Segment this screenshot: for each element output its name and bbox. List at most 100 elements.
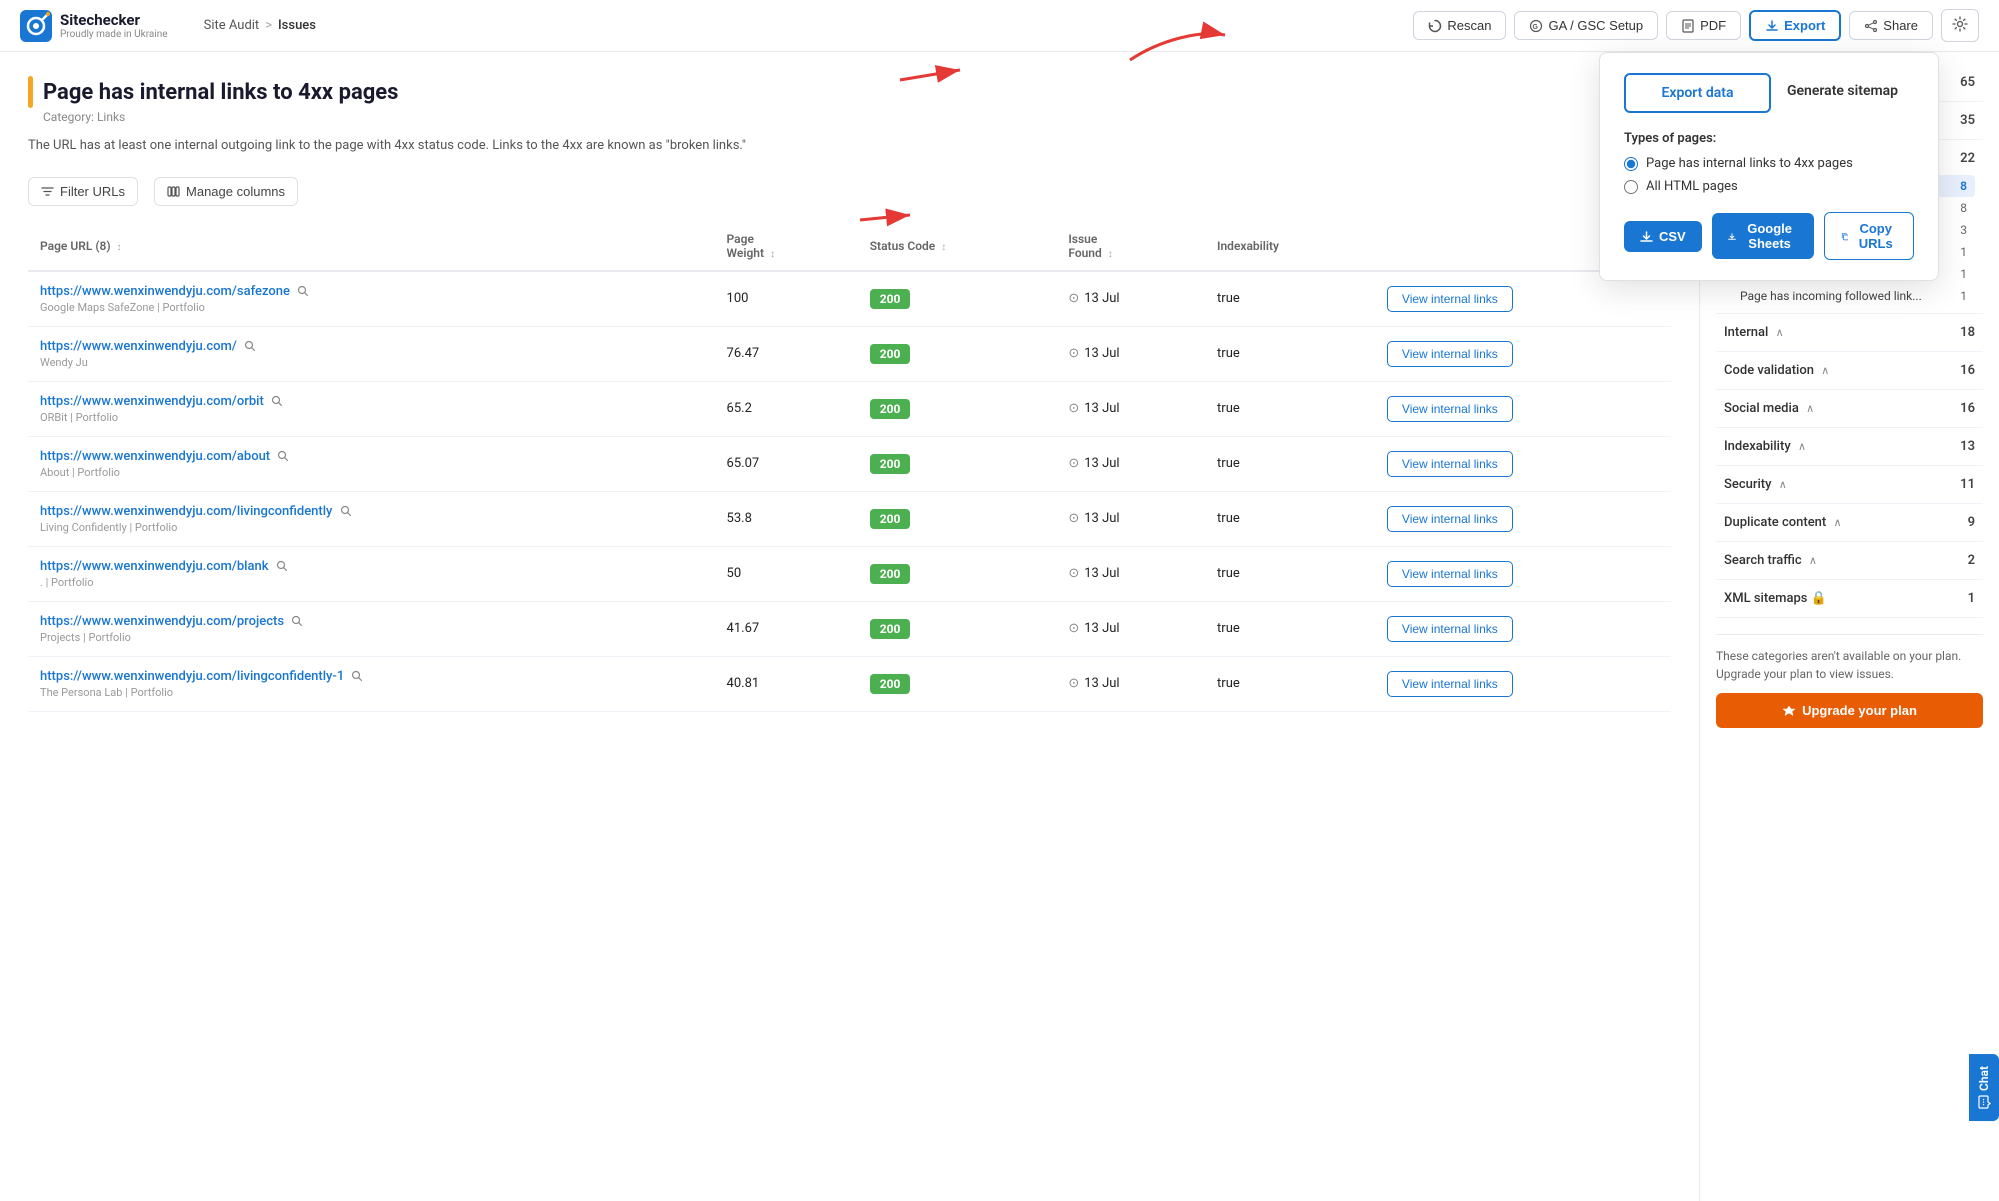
search-icon[interactable] bbox=[244, 340, 256, 352]
export-csv-button[interactable]: CSV bbox=[1624, 221, 1702, 252]
export-radio-html[interactable]: All HTML pages bbox=[1624, 179, 1914, 194]
breadcrumb-parent[interactable]: Site Audit bbox=[204, 18, 260, 33]
sidebar-divider bbox=[1716, 313, 1983, 314]
export-data-tab[interactable]: Export data bbox=[1624, 73, 1771, 113]
date-icon: ⊙ bbox=[1068, 346, 1079, 361]
sidebar-section-item[interactable]: Internal ∧ 18 bbox=[1716, 318, 1983, 347]
export-radio-4xx-input[interactable] bbox=[1624, 157, 1638, 171]
manage-columns-button[interactable]: Manage columns bbox=[154, 177, 298, 206]
date-value: 13 Jul bbox=[1084, 346, 1119, 361]
sidebar-section-item[interactable]: Social media ∧ 16 bbox=[1716, 394, 1983, 423]
cell-status: 200 bbox=[858, 546, 1057, 601]
cell-date: ⊙ 13 Jul bbox=[1056, 546, 1205, 601]
view-internal-links-button[interactable]: View internal links bbox=[1387, 616, 1513, 642]
url-sub: Google Maps SafeZone | Portfolio bbox=[40, 301, 703, 314]
cell-indexability: true bbox=[1205, 601, 1375, 656]
sidebar-section-item[interactable]: Security ∧ 11 bbox=[1716, 470, 1983, 499]
url-link[interactable]: https://www.wenxinwendyju.com/safezone bbox=[40, 284, 290, 299]
rescan-icon bbox=[1428, 19, 1442, 33]
sidebar-item-count: 1 bbox=[1968, 591, 1975, 606]
ga-gsc-button[interactable]: G GA / GSC Setup bbox=[1514, 11, 1658, 40]
share-button[interactable]: Share bbox=[1849, 11, 1933, 40]
search-icon[interactable] bbox=[297, 285, 309, 297]
url-sub: Wendy Ju bbox=[40, 356, 703, 369]
sidebar-sub-item[interactable]: Page has incoming followed link... 1 bbox=[1732, 285, 1975, 307]
cell-date: ⊙ 13 Jul bbox=[1056, 491, 1205, 546]
view-internal-links-button[interactable]: View internal links bbox=[1387, 671, 1513, 697]
col-url: Page URL (8) ↕ bbox=[28, 222, 715, 271]
export-button[interactable]: Export bbox=[1749, 10, 1841, 41]
sidebar-sub-count: 8 bbox=[1960, 179, 1967, 193]
table-row: https://www.wenxinwendyju.com/ Wendy Ju … bbox=[28, 326, 1671, 381]
search-icon[interactable] bbox=[277, 450, 289, 462]
export-sheets-button[interactable]: Google Sheets bbox=[1712, 213, 1814, 259]
view-internal-links-button[interactable]: View internal links bbox=[1387, 286, 1513, 312]
sidebar-item-label: Search traffic ∧ bbox=[1724, 553, 1817, 568]
sidebar-item-count: 65 bbox=[1960, 75, 1975, 90]
view-internal-links-button[interactable]: View internal links bbox=[1387, 451, 1513, 477]
sidebar-item-count: 2 bbox=[1968, 553, 1975, 568]
rescan-button[interactable]: Rescan bbox=[1413, 11, 1506, 40]
sidebar-section-item[interactable]: XML sitemaps 🔒 1 bbox=[1716, 584, 1983, 613]
url-link[interactable]: https://www.wenxinwendyju.com/livingconf… bbox=[40, 504, 332, 519]
export-radio-html-input[interactable] bbox=[1624, 180, 1638, 194]
search-icon[interactable] bbox=[340, 505, 352, 517]
chevron-icon: ∧ bbox=[1776, 326, 1784, 339]
export-panel-tabs: Export data Generate sitemap bbox=[1624, 73, 1914, 113]
pdf-button[interactable]: PDF bbox=[1666, 11, 1741, 40]
breadcrumb-current: Issues bbox=[278, 18, 316, 33]
issues-table: Page URL (8) ↕ PageWeight ↕ Status Code … bbox=[28, 222, 1671, 712]
sidebar-section: Search traffic ∧ 2 bbox=[1716, 546, 1983, 580]
cell-status: 200 bbox=[858, 436, 1057, 491]
url-sub: ORBit | Portfolio bbox=[40, 411, 703, 424]
settings-button[interactable] bbox=[1941, 9, 1979, 42]
search-icon[interactable] bbox=[276, 560, 288, 572]
url-link[interactable]: https://www.wenxinwendyju.com/about bbox=[40, 449, 270, 464]
sidebar-item-count: 16 bbox=[1960, 401, 1975, 416]
cell-date: ⊙ 13 Jul bbox=[1056, 326, 1205, 381]
search-icon[interactable] bbox=[351, 670, 363, 682]
sort-icon-weight: ↕ bbox=[770, 249, 775, 260]
chevron-icon: ∧ bbox=[1821, 364, 1829, 377]
view-internal-links-button[interactable]: View internal links bbox=[1387, 506, 1513, 532]
url-link[interactable]: https://www.wenxinwendyju.com/livingconf… bbox=[40, 669, 344, 684]
sidebar-sub-label: Page has incoming followed link... bbox=[1740, 289, 1922, 303]
upgrade-label: Upgrade your plan bbox=[1802, 703, 1917, 718]
search-icon[interactable] bbox=[291, 615, 303, 627]
url-link[interactable]: https://www.wenxinwendyju.com/orbit bbox=[40, 394, 264, 409]
cell-url: https://www.wenxinwendyju.com/livingconf… bbox=[28, 656, 715, 711]
sidebar-section: Indexability ∧ 13 bbox=[1716, 432, 1983, 466]
sidebar-section-item[interactable]: Code validation ∧ 16 bbox=[1716, 356, 1983, 385]
cell-action: View internal links bbox=[1375, 656, 1671, 711]
cell-action: View internal links bbox=[1375, 381, 1671, 436]
sidebar-item-label: Code validation ∧ bbox=[1724, 363, 1829, 378]
sidebar-section-item[interactable]: Search traffic ∧ 2 bbox=[1716, 546, 1983, 575]
generate-sitemap-tab[interactable]: Generate sitemap bbox=[1771, 73, 1914, 113]
copy-urls-button[interactable]: Copy URLs bbox=[1824, 212, 1914, 260]
export-types-label: Types of pages: bbox=[1624, 131, 1914, 146]
page-category: Category: Links bbox=[43, 110, 398, 124]
filter-urls-button[interactable]: Filter URLs bbox=[28, 177, 138, 206]
view-internal-links-button[interactable]: View internal links bbox=[1387, 396, 1513, 422]
nav-right: Rescan G GA / GSC Setup PDF Export bbox=[1413, 9, 1979, 42]
google-icon: G bbox=[1529, 19, 1543, 33]
sidebar-section-item[interactable]: Indexability ∧ 13 bbox=[1716, 432, 1983, 461]
upgrade-button[interactable]: Upgrade your plan bbox=[1716, 693, 1983, 728]
view-internal-links-button[interactable]: View internal links bbox=[1387, 341, 1513, 367]
sidebar-section: Code validation ∧ 16 bbox=[1716, 356, 1983, 390]
page-title-row: Page has internal links to 4xx pages bbox=[28, 76, 398, 108]
sidebar-section-item[interactable]: Duplicate content ∧ 9 bbox=[1716, 508, 1983, 537]
url-link[interactable]: https://www.wenxinwendyju.com/projects bbox=[40, 614, 284, 629]
chat-button[interactable]: Chat bbox=[1969, 1054, 1999, 1121]
chat-label: Chat bbox=[1977, 1066, 1991, 1091]
export-radio-4xx[interactable]: Page has internal links to 4xx pages bbox=[1624, 156, 1914, 171]
url-link[interactable]: https://www.wenxinwendyju.com/blank bbox=[40, 559, 269, 574]
cell-action: View internal links bbox=[1375, 436, 1671, 491]
chat-icon bbox=[1977, 1095, 1991, 1109]
search-icon[interactable] bbox=[271, 395, 283, 407]
col-weight: PageWeight ↕ bbox=[715, 222, 858, 271]
url-link[interactable]: https://www.wenxinwendyju.com/ bbox=[40, 339, 237, 354]
logo-tagline: Proudly made in Ukraine bbox=[60, 29, 168, 40]
view-internal-links-button[interactable]: View internal links bbox=[1387, 561, 1513, 587]
page-description: The URL has at least one internal outgoi… bbox=[28, 136, 1671, 157]
